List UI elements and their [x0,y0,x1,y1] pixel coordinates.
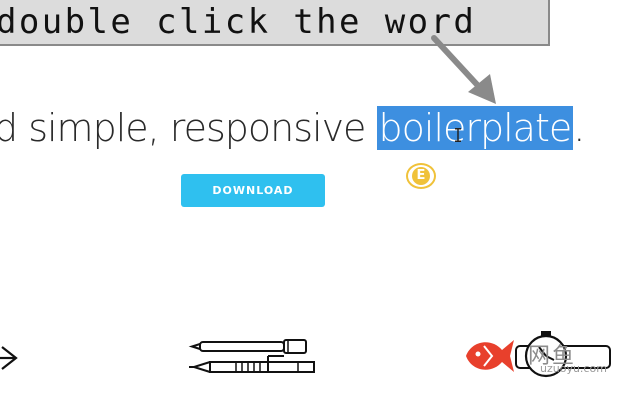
badge-letter: E [412,167,430,185]
pen-and-pencil-icon [188,339,315,373]
hero-tagline: d simple, responsive boilerplate. [0,106,585,150]
download-button[interactable]: DOWNLOAD [181,174,325,207]
tagline-text: d simple, responsive [0,106,377,150]
watermark-text: uzuoyu.com [540,362,607,375]
arrow-right-icon [0,346,18,370]
tagline-period: . [573,106,585,150]
extension-badge[interactable]: E [406,163,436,189]
selected-word[interactable]: boilerplate [376,106,574,150]
text-cursor-icon [455,128,461,142]
instruction-text: double click the word [0,2,477,42]
instruction-banner: double click the word [0,0,550,46]
